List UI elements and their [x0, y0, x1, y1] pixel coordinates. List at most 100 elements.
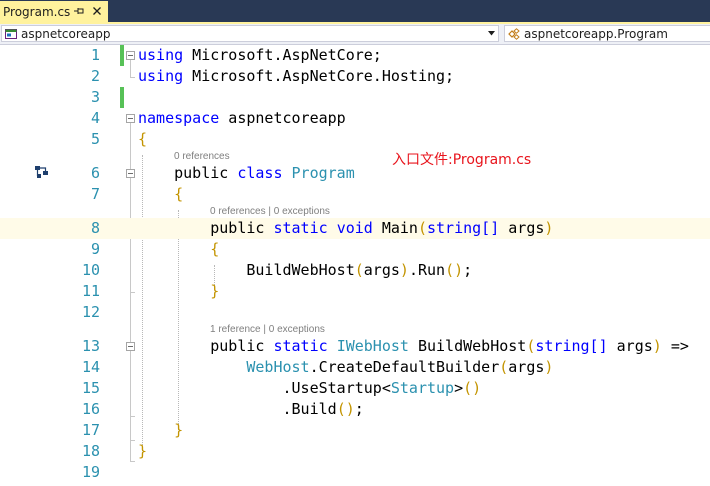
generic-open: < — [381, 379, 391, 397]
document-tab-strip: Program.cs — [0, 0, 710, 22]
paren: () — [463, 379, 482, 397]
code-line[interactable]: 10 BuildWebHost(args).Run(); — [0, 260, 710, 281]
paren: ) — [544, 219, 554, 237]
code-line[interactable]: 13 public static IWebHost BuildWebHost(s… — [0, 336, 710, 357]
code-line[interactable]: 4 namespace aspnetcoreapp — [0, 108, 710, 129]
method-call: BuildWebHost — [246, 261, 355, 279]
paren: ( — [354, 261, 364, 279]
line-number: 17 — [81, 421, 100, 439]
argument: args — [508, 358, 545, 376]
line-number: 10 — [81, 261, 100, 279]
line-number: 16 — [81, 400, 100, 418]
codelens-program[interactable]: 0 references — [174, 151, 230, 162]
tab-title: Program.cs — [3, 5, 71, 19]
paren: ) — [652, 337, 662, 355]
brace: { — [210, 240, 220, 258]
codelens-buildwebhost[interactable]: 1 reference | 0 exceptions — [210, 324, 325, 335]
line-number: 3 — [90, 88, 100, 106]
line-number: 12 — [81, 303, 100, 321]
code-line[interactable]: 2 using Microsoft.AspNetCore.Hosting; — [0, 66, 710, 87]
modifier: public — [210, 219, 265, 237]
code-text: using Microsoft.AspNetCore.Hosting; — [138, 66, 454, 87]
code-line[interactable]: 1 using Microsoft.AspNetCore; — [0, 45, 710, 66]
argument: args — [363, 261, 400, 279]
code-text: .Build(); — [138, 399, 364, 420]
brace: } — [138, 442, 148, 460]
pin-icon[interactable] — [72, 4, 86, 18]
line-number: 14 — [81, 358, 100, 376]
method-name: BuildWebHost — [408, 337, 527, 355]
code-line[interactable]: 7 { — [0, 184, 710, 205]
code-line[interactable]: 5 { — [0, 129, 710, 150]
code-line[interactable]: 17 } — [0, 420, 710, 441]
line-number: 11 — [81, 282, 100, 300]
keyword: string[] — [535, 337, 608, 355]
code-line[interactable]: 15 .UseStartup<Startup>() — [0, 378, 710, 399]
semicolon: ; — [463, 261, 473, 279]
line-number: 7 — [90, 185, 100, 203]
code-text: public static void Main(string[] args) — [138, 218, 553, 239]
paren: ( — [499, 358, 509, 376]
code-line[interactable]: 3 — [0, 87, 710, 108]
type-name: Startup — [390, 379, 455, 397]
paren: ) — [399, 261, 409, 279]
method-call: .Build — [282, 400, 337, 418]
tab-program-cs[interactable]: Program.cs — [0, 1, 108, 22]
code-line[interactable]: 9 { — [0, 239, 710, 260]
scope-dropdown[interactable]: aspnetcoreapp.Program — [504, 25, 710, 42]
modifier: public — [174, 164, 229, 182]
code-editor[interactable]: 0 references 0 references | 0 exceptions… — [0, 45, 710, 486]
keyword: void — [336, 219, 373, 237]
code-text: } — [138, 441, 147, 462]
code-text: .UseStartup<Startup>() — [138, 378, 482, 399]
method-call: .Run — [408, 261, 446, 279]
type-name: IWebHost — [336, 337, 409, 355]
brace: } — [174, 421, 184, 439]
paren: () — [336, 400, 355, 418]
code-line[interactable]: 6 public class Program — [0, 163, 710, 184]
keyword: string[] — [427, 219, 500, 237]
keyword: namespace — [138, 109, 220, 127]
method-call: .CreateDefaultBuilder — [309, 358, 500, 376]
code-line[interactable]: 11 } — [0, 281, 710, 302]
code-line[interactable]: 16 .Build(); — [0, 399, 710, 420]
project-dropdown[interactable]: aspnetcoreapp — [1, 25, 499, 42]
type-name: Program — [291, 164, 355, 182]
code-line[interactable]: 19 — [0, 462, 710, 483]
paren: ( — [417, 219, 427, 237]
code-line[interactable]: 18 } — [0, 441, 710, 462]
class-icon — [508, 28, 520, 40]
code-text: { — [138, 184, 183, 205]
paren: () — [445, 261, 464, 279]
brace: { — [138, 130, 148, 148]
code-text: { — [138, 129, 147, 150]
chevron-down-icon[interactable] — [488, 31, 495, 36]
code-text: } — [138, 420, 183, 441]
modifier: public — [210, 337, 265, 355]
line-number: 8 — [90, 219, 100, 237]
code-line[interactable]: 12 — [0, 302, 710, 323]
navigation-bar: aspnetcoreapp aspnetcoreapp.Program — [0, 24, 710, 45]
line-number: 1 — [90, 46, 100, 64]
close-icon[interactable] — [90, 4, 104, 18]
code-text: public class Program — [138, 163, 355, 184]
code-line[interactable]: 14 WebHost.CreateDefaultBuilder(args) — [0, 357, 710, 378]
method-name: Main — [381, 219, 418, 237]
line-number: 18 — [81, 442, 100, 460]
generic-close: > — [454, 379, 464, 397]
code-text: { — [138, 239, 219, 260]
code-text: using Microsoft.AspNetCore; — [138, 45, 382, 66]
code-text: public static IWebHost BuildWebHost(stri… — [138, 336, 689, 357]
parameter: args — [499, 219, 545, 237]
code-line-current[interactable]: 8 public static void Main(string[] args) — [0, 218, 710, 239]
keyword: class — [237, 164, 283, 182]
brace: { — [174, 185, 184, 203]
project-dropdown-value: aspnetcoreapp — [21, 27, 111, 41]
paren: ) — [544, 358, 554, 376]
csharp-project-icon — [5, 29, 17, 39]
line-number: 15 — [81, 379, 100, 397]
codelens-main[interactable]: 0 references | 0 exceptions — [210, 206, 330, 217]
namespace-ref: Microsoft.AspNetCore; — [183, 46, 382, 64]
line-number: 5 — [90, 130, 100, 148]
code-text: WebHost.CreateDefaultBuilder(args) — [138, 357, 553, 378]
